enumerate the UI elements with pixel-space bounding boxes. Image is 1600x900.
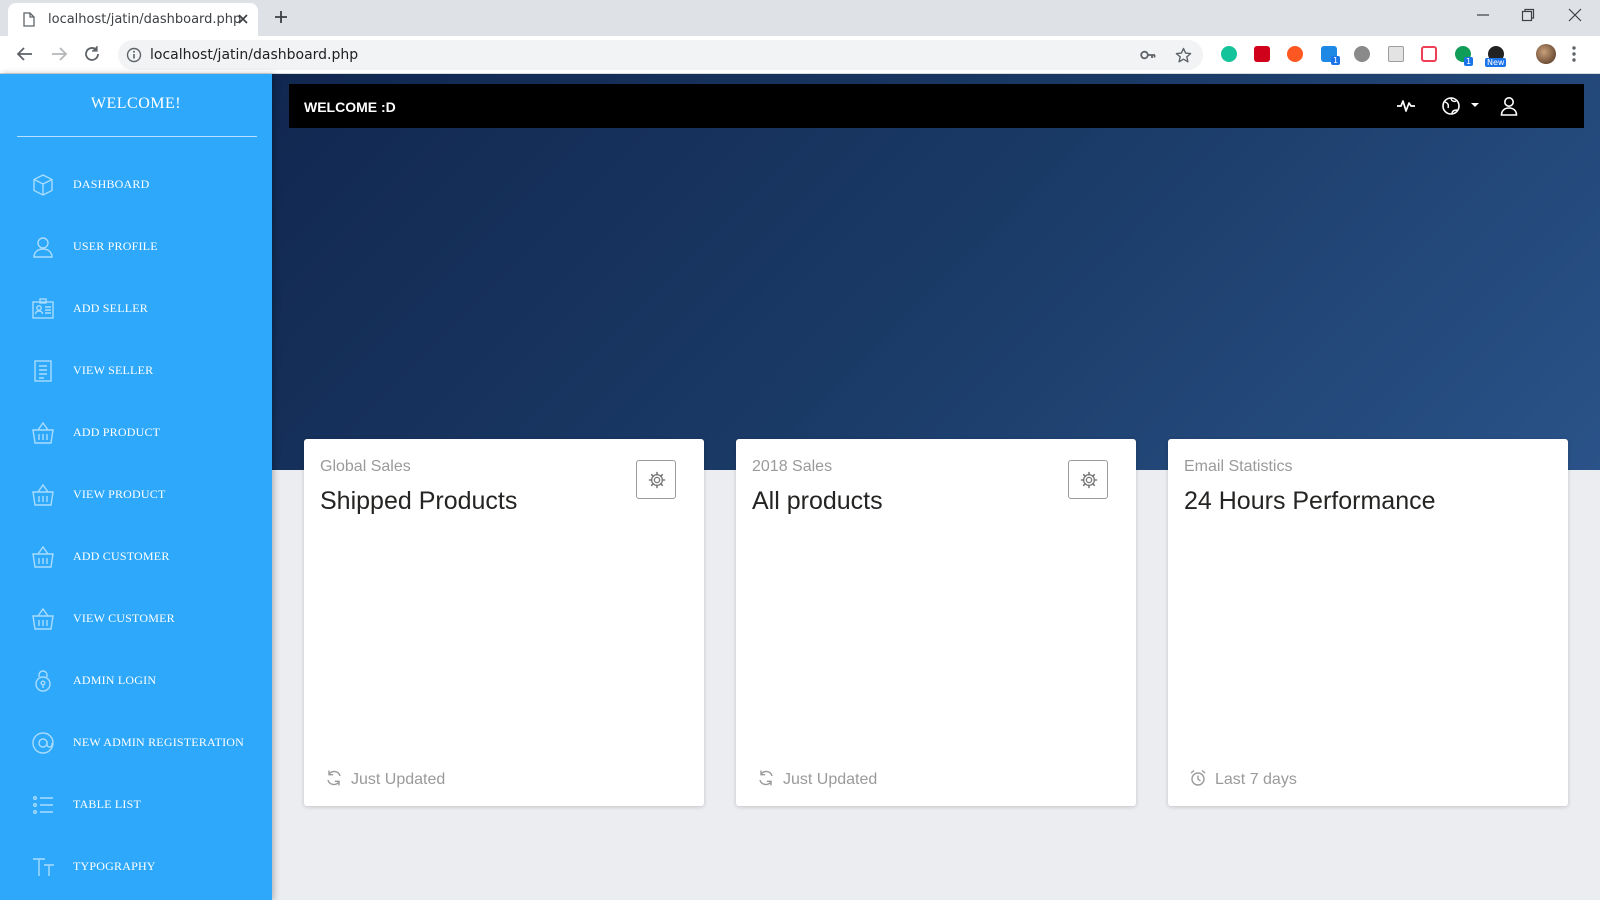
refresh-icon bbox=[757, 769, 775, 787]
caret-down-icon[interactable] bbox=[1470, 102, 1480, 108]
back-icon[interactable] bbox=[16, 45, 34, 63]
sidebar-item-dashboard[interactable]: DASHBOARD bbox=[0, 163, 272, 207]
url-text: localhost/jatin/dashboard.php bbox=[150, 47, 359, 63]
sidebar: WELCOME! DASHBOARD USER PROFILE ADD SELL… bbox=[0, 74, 272, 900]
card-footer-text: Just Updated bbox=[783, 771, 878, 788]
card-category: Global Sales bbox=[320, 458, 411, 475]
bullet-list-icon bbox=[30, 792, 56, 818]
doc-ext-icon[interactable] bbox=[1388, 46, 1404, 62]
card-footer-text: Last 7 days bbox=[1215, 771, 1297, 788]
sidebar-item-typography[interactable]: TYPOGRAPHY bbox=[0, 845, 272, 889]
loop-ext-icon[interactable] bbox=[1287, 46, 1303, 62]
sidebar-item-label: VIEW SELLER bbox=[73, 363, 154, 377]
browser-tab-strip: localhost/jatin/dashboard.php bbox=[0, 0, 1600, 36]
user-icon bbox=[30, 234, 56, 260]
sidebar-item-label: ADD SELLER bbox=[73, 301, 148, 315]
pulse-icon[interactable] bbox=[1396, 96, 1416, 116]
page-icon bbox=[23, 12, 35, 27]
box-icon bbox=[30, 172, 56, 198]
reload-icon[interactable] bbox=[83, 45, 101, 63]
sidebar-item-label: USER PROFILE bbox=[73, 239, 158, 253]
profile-avatar[interactable] bbox=[1536, 44, 1556, 64]
settings-button[interactable] bbox=[636, 460, 676, 499]
basket-icon bbox=[30, 606, 56, 632]
sidebar-item-view-customer[interactable]: VIEW CUSTOMER bbox=[0, 597, 272, 641]
sidebar-item-label: ADMIN LOGIN bbox=[73, 673, 157, 687]
sidebar-item-add-customer[interactable]: ADD CUSTOMER bbox=[0, 535, 272, 579]
sidebar-item-label: VIEW CUSTOMER bbox=[73, 611, 175, 625]
basket-icon bbox=[30, 482, 56, 508]
sidebar-item-add-product[interactable]: ADD PRODUCT bbox=[0, 411, 272, 455]
settings-button[interactable] bbox=[1068, 460, 1108, 499]
grammarly-icon[interactable] bbox=[1221, 46, 1237, 62]
sidebar-item-label: TYPOGRAPHY bbox=[73, 859, 156, 873]
alarm-clock-icon bbox=[1189, 769, 1207, 787]
sidebar-item-admin-login[interactable]: ADMIN LOGIN bbox=[0, 659, 272, 703]
gear-icon bbox=[1080, 471, 1098, 489]
restore-icon[interactable] bbox=[1521, 8, 1535, 22]
chat-badge: 1 bbox=[1464, 57, 1474, 66]
at-icon bbox=[30, 730, 56, 756]
gear-icon bbox=[648, 471, 666, 489]
browser-toolbar: localhost/jatin/dashboard.php 1 1 New bbox=[0, 36, 1600, 74]
sidebar-item-label: VIEW PRODUCT bbox=[73, 487, 166, 501]
card-title: 24 Hours Performance bbox=[1184, 487, 1436, 515]
refresh-icon bbox=[325, 769, 343, 787]
sidebar-item-label: TABLE LIST bbox=[73, 797, 142, 811]
card-category: Email Statistics bbox=[1184, 458, 1293, 475]
card-category: 2018 Sales bbox=[752, 458, 833, 475]
sidebar-item-add-seller[interactable]: ADD SELLER bbox=[0, 287, 272, 331]
sidebar-item-label: DASHBOARD bbox=[73, 177, 150, 191]
star-icon[interactable] bbox=[1175, 47, 1192, 64]
more-menu-icon[interactable] bbox=[1572, 46, 1576, 62]
basket-icon bbox=[30, 420, 56, 446]
card-footer-text: Just Updated bbox=[351, 771, 446, 788]
window-close-icon[interactable] bbox=[1568, 8, 1582, 22]
sidebar-item-user-profile[interactable]: USER PROFILE bbox=[0, 225, 272, 269]
card-email-statistics: Email Statistics 24 Hours Performance La… bbox=[1168, 439, 1568, 806]
close-icon[interactable] bbox=[236, 12, 250, 26]
sidebar-item-table-list[interactable]: TABLE LIST bbox=[0, 783, 272, 827]
video-ext-icon[interactable] bbox=[1254, 46, 1270, 62]
hero-panel bbox=[272, 74, 1600, 470]
address-bar[interactable]: localhost/jatin/dashboard.php bbox=[118, 40, 1203, 70]
sidebar-item-new-admin-registration[interactable]: NEW ADMIN REGISTERATION bbox=[0, 721, 272, 765]
lock-icon bbox=[30, 668, 56, 694]
sidebar-brand[interactable]: WELCOME! bbox=[0, 95, 272, 113]
sidebar-item-label: NEW ADMIN REGISTERATION bbox=[73, 735, 245, 749]
browser-tab[interactable]: localhost/jatin/dashboard.php bbox=[8, 3, 258, 36]
sidebar-item-label: ADD CUSTOMER bbox=[73, 549, 170, 563]
circle-ext-icon[interactable] bbox=[1354, 46, 1370, 62]
info-icon[interactable] bbox=[126, 47, 142, 63]
sidebar-item-view-seller[interactable]: VIEW SELLER bbox=[0, 349, 272, 393]
key-icon[interactable] bbox=[1140, 48, 1156, 62]
minimize-icon[interactable] bbox=[1476, 8, 1490, 22]
text-icon bbox=[30, 854, 56, 880]
new-tab-icon[interactable] bbox=[273, 9, 289, 25]
skype-badge: 1 bbox=[1331, 56, 1341, 65]
list-doc-icon bbox=[30, 358, 56, 384]
globe-icon[interactable] bbox=[1441, 96, 1461, 116]
sidebar-divider bbox=[17, 136, 257, 137]
forward-icon[interactable] bbox=[50, 45, 68, 63]
id-card-icon bbox=[30, 296, 56, 322]
tab-title: localhost/jatin/dashboard.php bbox=[48, 12, 242, 27]
navbar-title[interactable]: WELCOME :D bbox=[304, 99, 396, 115]
card-shipped-products: Global Sales Shipped Products Just Updat… bbox=[304, 439, 704, 806]
new-badge: New bbox=[1485, 58, 1507, 67]
card-all-products: 2018 Sales All products Just Updated bbox=[736, 439, 1136, 806]
pocket-ext-icon[interactable] bbox=[1421, 46, 1437, 62]
card-title: All products bbox=[752, 487, 883, 515]
card-title: Shipped Products bbox=[320, 487, 518, 515]
sidebar-item-label: ADD PRODUCT bbox=[73, 425, 161, 439]
user-account-icon[interactable] bbox=[1500, 96, 1518, 116]
sidebar-item-view-product[interactable]: VIEW PRODUCT bbox=[0, 473, 272, 517]
basket-icon bbox=[30, 544, 56, 570]
top-navbar: WELCOME :D bbox=[289, 84, 1584, 128]
